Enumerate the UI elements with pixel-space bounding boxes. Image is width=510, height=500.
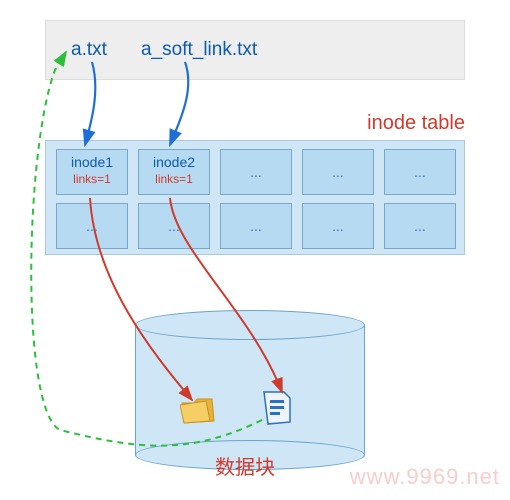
file-doc-icon	[260, 390, 294, 426]
inode-cell: ...	[138, 203, 210, 249]
watermark-text: www.9969.net	[350, 464, 500, 490]
file-a-label: a.txt	[71, 39, 107, 61]
inode-cell-2: inode2 links=1	[138, 149, 210, 195]
inode-cell: ...	[302, 203, 374, 249]
cylinder-top	[135, 310, 365, 340]
inode-cell: ...	[56, 203, 128, 249]
data-block-label: 数据块	[215, 451, 275, 480]
inode-cell: ...	[220, 203, 292, 249]
file-soft-link-label: a_soft_link.txt	[141, 39, 257, 61]
inode-links: links=1	[139, 172, 209, 186]
inode-cell: ...	[384, 203, 456, 249]
filename-bar: a.txt a_soft_link.txt	[45, 20, 465, 80]
data-block-cylinder	[135, 310, 365, 470]
inode-links: links=1	[57, 172, 127, 186]
cylinder-body	[135, 325, 365, 455]
inode-table: inode1 links=1 inode2 links=1 ... ... ..…	[45, 140, 465, 255]
inode-cell-1: inode1 links=1	[56, 149, 128, 195]
inode-table-title: inode table	[367, 112, 465, 135]
inode-cell: ...	[302, 149, 374, 195]
diagram-stage: a.txt a_soft_link.txt inode table inode1…	[0, 0, 510, 500]
inode-cell: ...	[220, 149, 292, 195]
folder-icon	[180, 395, 216, 425]
inode-cell: ...	[384, 149, 456, 195]
inode-name: inode1	[57, 154, 127, 170]
inode-name: inode2	[139, 154, 209, 170]
